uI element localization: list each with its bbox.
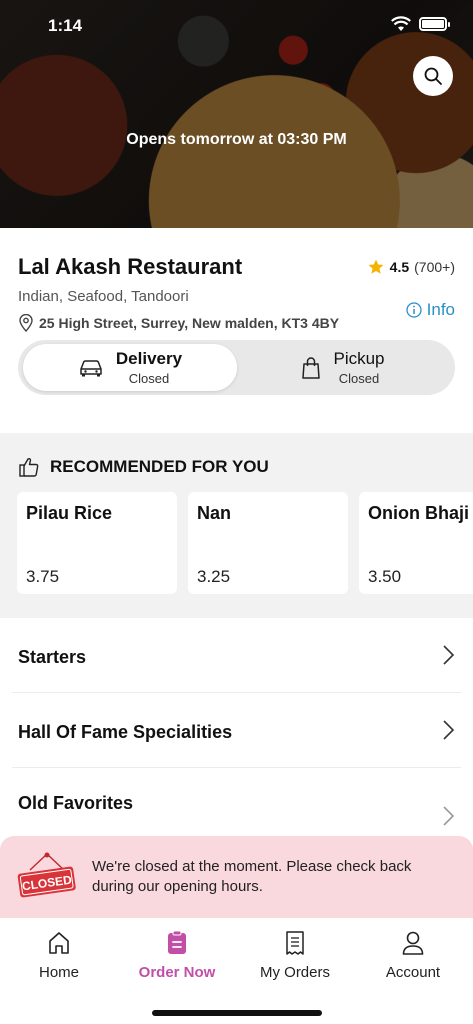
nav-account-label: Account xyxy=(385,964,441,981)
person-icon xyxy=(402,931,424,955)
rating-count: (700+) xyxy=(414,259,455,275)
menu-category-starters[interactable]: Starters xyxy=(0,618,473,693)
search-button[interactable] xyxy=(413,56,453,96)
rating-score: 4.5 xyxy=(389,259,410,275)
home-indicator xyxy=(152,1010,322,1016)
nav-home[interactable]: Home xyxy=(0,930,118,981)
recommended-title: RECOMMENDED FOR YOU xyxy=(50,457,269,476)
recommended-card[interactable]: Nan 3.25 xyxy=(188,492,348,594)
thumbs-up-icon xyxy=(19,457,39,477)
info-icon xyxy=(405,302,422,318)
status-time: 1:14 xyxy=(48,16,83,35)
rating: 4.5 (700+) xyxy=(367,258,455,276)
search-icon xyxy=(424,67,442,85)
chevron-right-icon xyxy=(443,806,455,826)
recommended-section: RECOMMENDED FOR YOU Pilau Rice 3.75 Nan … xyxy=(0,433,473,618)
info-button[interactable]: Info xyxy=(405,300,455,320)
nav-home-label: Home xyxy=(38,964,79,981)
shopping-bag-icon xyxy=(302,356,321,379)
recommended-header: RECOMMENDED FOR YOU xyxy=(18,456,269,478)
delivery-status: Closed xyxy=(128,371,170,386)
address: 25 High Street, Surrey, New malden, KT3 … xyxy=(18,314,339,332)
bottom-nav: Home Order Now My Orders Account xyxy=(0,918,473,1024)
delivery-option[interactable]: Delivery Closed xyxy=(23,344,237,391)
pickup-option[interactable]: Pickup Closed xyxy=(236,344,450,391)
category-label: Old Favorites xyxy=(18,793,134,813)
opening-time-text: Opens tomorrow at 03:30 PM xyxy=(126,131,347,148)
item-price: 3.25 xyxy=(197,567,231,586)
item-price: 3.50 xyxy=(368,567,402,586)
closed-message: We're closed at the moment. Please check… xyxy=(92,858,412,895)
star-icon xyxy=(368,259,384,274)
menu-category-hall-of-fame[interactable]: Hall Of Fame Specialities xyxy=(0,693,473,768)
category-label: Starters xyxy=(18,647,87,667)
status-icons xyxy=(391,16,450,32)
order-icon xyxy=(168,930,186,954)
nav-my-orders-label: My Orders xyxy=(259,964,330,981)
battery-icon xyxy=(419,17,450,31)
home-icon xyxy=(49,932,69,954)
order-type-toggle: Delivery Closed Pickup Closed xyxy=(18,340,455,395)
hero-banner: 1:14 Opens tomorrow at 03:30 PM xyxy=(0,0,473,228)
cuisines: Indian, Seafood, Tandoori xyxy=(18,288,189,305)
car-icon xyxy=(80,359,102,376)
chevron-right-icon xyxy=(443,645,455,665)
wifi-icon xyxy=(391,16,411,31)
address-text: 25 High Street, Surrey, New malden, KT3 … xyxy=(39,315,340,331)
info-label: Info xyxy=(426,300,455,319)
delivery-label: Delivery xyxy=(115,349,183,368)
nav-order-now-label: Order Now xyxy=(138,964,216,981)
closed-banner: CLOSED We're closed at the moment. Pleas… xyxy=(0,836,473,918)
nav-account[interactable]: Account xyxy=(354,930,472,981)
nav-order-now[interactable]: Order Now xyxy=(118,930,236,981)
nav-my-orders[interactable]: My Orders xyxy=(236,930,354,981)
category-label: Hall Of Fame Specialities xyxy=(18,722,233,742)
pickup-label: Pickup xyxy=(333,349,385,368)
item-name: Nan xyxy=(197,503,232,523)
recommended-cards: Pilau Rice 3.75 Nan 3.25 Onion Bhaji 3.5… xyxy=(17,492,473,595)
item-name: Onion Bhaji xyxy=(368,503,469,523)
location-pin-icon xyxy=(19,314,33,332)
restaurant-name: Lal Akash Restaurant xyxy=(18,254,243,279)
menu-category-old-favorites[interactable]: Old Favorites xyxy=(0,768,473,843)
status-bar: 1:14 xyxy=(0,0,473,50)
item-price: 3.75 xyxy=(26,567,60,586)
chevron-right-icon xyxy=(443,720,455,740)
closed-sign-icon: CLOSED xyxy=(17,852,76,898)
recommended-card[interactable]: Onion Bhaji 3.50 xyxy=(359,492,473,594)
recommended-card[interactable]: Pilau Rice 3.75 xyxy=(17,492,177,594)
receipt-icon xyxy=(286,931,304,955)
item-name: Pilau Rice xyxy=(26,503,113,523)
pickup-status: Closed xyxy=(338,371,380,386)
